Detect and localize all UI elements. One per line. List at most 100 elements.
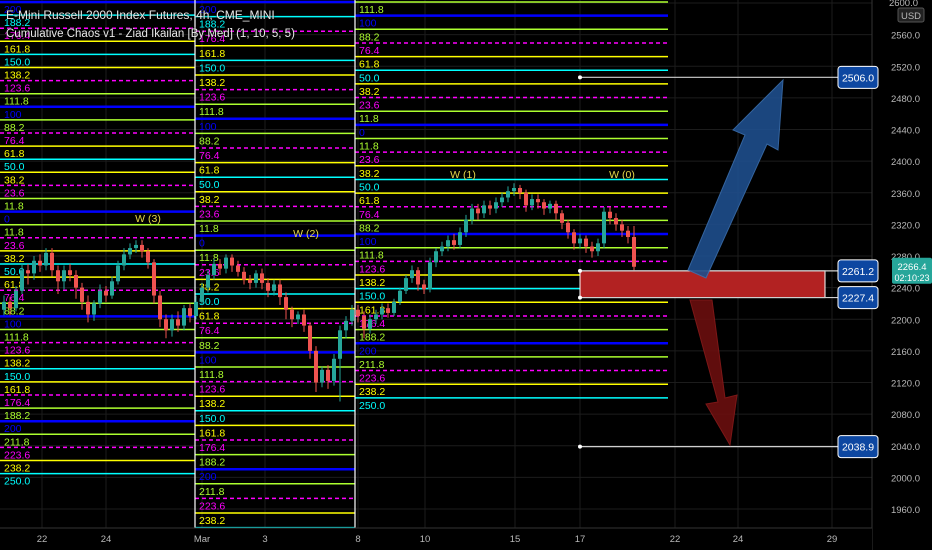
candle-up	[410, 270, 414, 279]
candle-up	[332, 358, 336, 381]
current-price-label: 2266.4	[897, 262, 926, 273]
candle-down	[476, 208, 480, 214]
fib-level-label: 150.0	[359, 291, 385, 303]
candle-down	[242, 271, 246, 280]
candle-up	[320, 369, 324, 383]
candle-up	[206, 274, 210, 288]
candle-down	[452, 240, 456, 245]
candle-up	[44, 252, 48, 266]
fib-level-label: 100	[199, 354, 217, 366]
candle-down	[188, 308, 192, 317]
candle-down	[314, 350, 318, 383]
fib-level-label: 76.4	[199, 150, 220, 162]
projection-anchor	[578, 268, 582, 273]
candle-up	[92, 303, 96, 315]
candle-down	[260, 273, 264, 283]
candle-up	[110, 281, 114, 296]
candle-up	[512, 188, 516, 192]
fib-level-label: 76.4	[359, 209, 380, 221]
fib-level-label: 223.6	[359, 373, 385, 385]
candle-down	[614, 218, 618, 225]
price-tick-label: 2360.0	[891, 189, 920, 200]
candle-up	[14, 290, 18, 309]
candle-up	[548, 203, 552, 209]
candle-up	[368, 319, 372, 329]
fib-level-label: 23.6	[359, 154, 380, 166]
candle-down	[158, 295, 162, 320]
fib-level-label: 11.8	[359, 141, 379, 153]
candle-up	[194, 301, 198, 317]
fib-level-label: 88.2	[4, 122, 25, 134]
candle-up	[344, 320, 348, 331]
candle-up	[200, 287, 204, 302]
candle-down	[230, 257, 234, 266]
candle-down	[536, 199, 540, 203]
candle-down	[50, 252, 54, 271]
projection-anchor	[578, 295, 582, 300]
candle-down	[542, 202, 546, 209]
candle-down	[566, 222, 570, 233]
candle-up	[212, 263, 216, 275]
fib-level-label: 123.6	[4, 83, 30, 95]
fib-level-label: 23.6	[359, 100, 380, 112]
candle-down	[218, 263, 222, 269]
fib-level-label: 150.0	[199, 62, 225, 74]
candle-down	[356, 309, 360, 317]
fib-level-label: 211.8	[199, 486, 225, 498]
time-tick-label: 10	[420, 534, 431, 545]
fib-level-label: 176.4	[199, 442, 225, 454]
fib-level-label: 150.0	[4, 56, 30, 68]
price-chart[interactable]: 200188.2176.4161.8150.0138.2123.6111.810…	[0, 0, 932, 550]
price-tick-label: 2480.0	[891, 94, 920, 105]
wave-label: W (3)	[135, 213, 161, 225]
candle-up	[428, 262, 432, 290]
candle-down	[626, 230, 630, 238]
candle-up	[170, 319, 174, 331]
candle-down	[422, 284, 426, 290]
fib-level-label: 211.8	[359, 359, 385, 371]
fib-level-label: 23.6	[4, 187, 25, 199]
candle-down	[176, 319, 180, 326]
fib-level-label: 188.2	[199, 457, 225, 469]
fib-level-label: 61.8	[359, 59, 380, 71]
time-tick-label: 22	[37, 534, 48, 545]
candle-down	[74, 274, 78, 288]
fib-level-label: 238.2	[359, 386, 385, 398]
price-tick-label: 2520.0	[891, 62, 920, 73]
candle-down	[416, 270, 420, 285]
price-tick-label: 1960.0	[891, 505, 920, 516]
candle-down	[56, 270, 60, 282]
projection-anchor	[578, 444, 582, 449]
candle-up	[128, 248, 132, 255]
candle-down	[8, 301, 12, 309]
candle-up	[398, 290, 402, 302]
candle-up	[98, 290, 102, 304]
candle-up	[224, 257, 228, 269]
candle-down	[560, 213, 564, 223]
fib-level-label: 138.2	[359, 277, 385, 289]
price-tag-label: 2038.9	[842, 442, 874, 454]
candle-down	[302, 314, 306, 326]
fib-level-label: 11.8	[199, 252, 219, 264]
candle-up	[20, 270, 24, 291]
fib-level-label: 100	[199, 121, 217, 133]
fib-level-label: 50.0	[4, 161, 25, 173]
candle-up	[62, 270, 66, 282]
candle-down	[86, 301, 90, 315]
candle-down	[488, 205, 492, 209]
fib-level-label: 76.4	[199, 325, 220, 337]
fib-level-label: 50.0	[359, 181, 380, 193]
candle-down	[236, 265, 240, 272]
indicator-title[interactable]: Cumulative Chaos v1 - Ziad Ikailan [By M…	[6, 28, 295, 40]
candle-up	[404, 278, 408, 291]
price-tick-label: 2240.0	[891, 284, 920, 295]
candle-down	[290, 309, 294, 320]
fib-level-label: 123.6	[359, 263, 385, 275]
price-tick-label: 2000.0	[891, 473, 920, 484]
candle-down	[104, 290, 108, 296]
candle-down	[386, 308, 390, 313]
price-tick-label: 2440.0	[891, 126, 920, 137]
candle-down	[26, 270, 30, 274]
fib-level-label: 11.8	[359, 113, 379, 125]
candle-down	[608, 211, 612, 219]
